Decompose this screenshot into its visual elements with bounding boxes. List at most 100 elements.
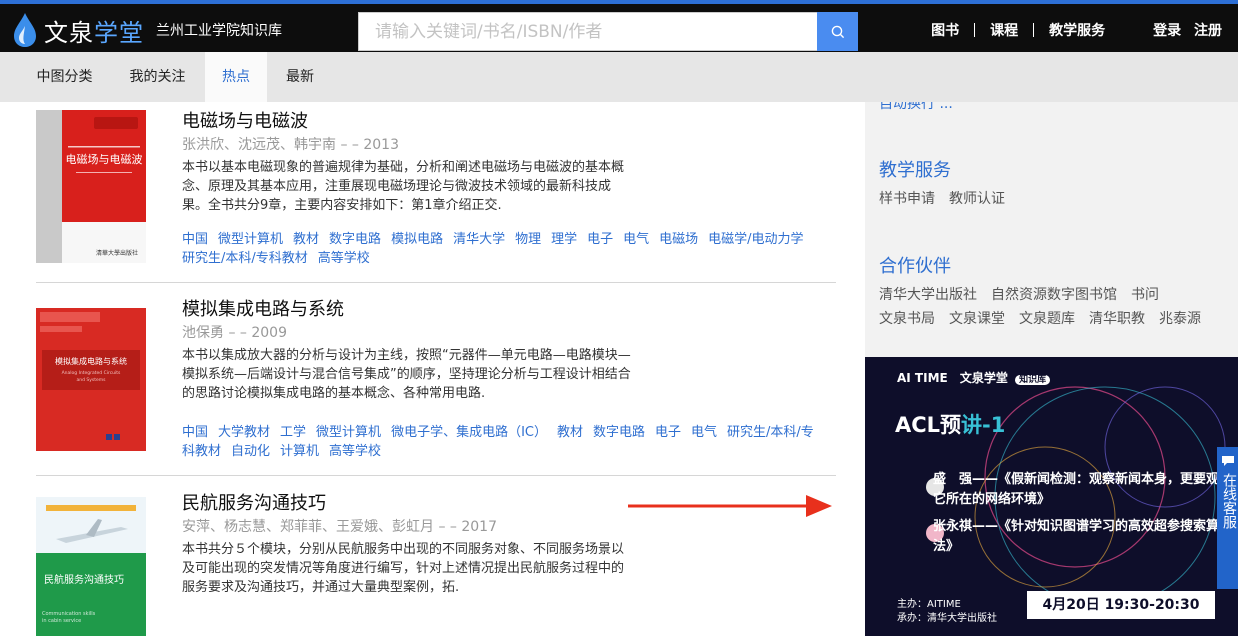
book-tag[interactable]: 中国 <box>182 232 208 247</box>
book-tag[interactable]: 工学 <box>280 425 306 440</box>
link-teacher-certification[interactable]: 教师认证 <box>949 191 1005 207</box>
book-cover[interactable]: 模拟集成电路与系统 Analog Integrated Circuits and… <box>36 308 146 451</box>
nav-courses[interactable]: 课程 <box>990 20 1018 40</box>
book-tag[interactable]: 电磁学/电动力学 <box>708 232 803 247</box>
partner-link[interactable]: 兆泰源 <box>1159 311 1201 327</box>
book-title[interactable]: 电磁场与电磁波 <box>182 110 836 134</box>
annotation-arrow-icon <box>628 495 832 517</box>
book-tag[interactable]: 微型计算机 <box>218 232 283 247</box>
top-header: 文泉学堂 兰州工业学院知识库 图书 课程 教学服务 登录 注册 <box>0 0 1238 52</box>
event-banner[interactable]: AI TIME 文泉学堂 知识库 ACL预讲-1 盛 强——《假新闻检测：观察新… <box>865 357 1238 636</box>
partner-link[interactable]: 文泉书局 <box>879 311 935 327</box>
brand-tag: 知识库 <box>1015 375 1051 385</box>
book-description: 本书共分５个模块，分别从民航服务中出现的不同服务对象、不同服务场景以及可能出现的… <box>182 542 625 595</box>
nav-teaching-services[interactable]: 教学服务 <box>1049 20 1105 40</box>
site-name: 兰州工业学院知识库 <box>156 23 282 39</box>
book-tag[interactable]: 教材 <box>557 425 583 440</box>
partner-link[interactable]: 书问 <box>1131 287 1159 303</box>
tab-my-follows[interactable]: 我的关注 <box>115 52 200 102</box>
book-tag[interactable]: 电子 <box>587 232 613 247</box>
register-link[interactable]: 注册 <box>1194 23 1222 39</box>
book-authors-year: 池保勇 – – 2009 <box>182 325 287 341</box>
banner-talk-2: 张永祺——《针对知识图谱学习的高效超参搜索算法》 <box>933 519 1220 554</box>
nav-separator <box>974 23 976 37</box>
sidebar-card-cut: 自动换行 ... <box>865 102 1238 122</box>
water-drop-logo-icon <box>14 13 36 47</box>
book-tag[interactable]: 高等学校 <box>329 444 381 459</box>
cover-title-text: 模拟集成电路与系统 <box>55 356 127 366</box>
logo-text: 文泉学堂 <box>44 18 144 47</box>
search-button[interactable] <box>817 12 858 51</box>
online-service-label: 在线客服 <box>1221 473 1237 529</box>
book-cover-art: 模拟集成电路与系统 Analog Integrated Circuits and… <box>36 308 146 451</box>
card-title[interactable]: 教学服务 <box>879 156 1238 182</box>
book-cover-art: 民航服务沟通技巧 Communication skills in cabin s… <box>36 497 146 636</box>
partner-link[interactable]: 文泉题库 <box>1019 311 1075 327</box>
brand-wenquan: 文泉学堂 <box>959 371 1008 385</box>
tab-hot[interactable]: 热点 <box>205 52 267 102</box>
svg-text:and Systems: and Systems <box>76 377 106 383</box>
card-title[interactable]: 合作伙伴 <box>879 252 1238 278</box>
book-tag[interactable]: 电子 <box>655 425 681 440</box>
banner-headline: ACL预讲-1 <box>895 413 1006 437</box>
book-tag[interactable]: 研究生/本科/专科教材 <box>182 251 308 266</box>
nav-separator <box>1033 23 1035 37</box>
banner-brands: AI TIME 文泉学堂 知识库 <box>897 369 1051 386</box>
book-title[interactable]: 模拟集成电路与系统 <box>182 298 836 322</box>
brand-aitime: AI TIME <box>897 371 948 385</box>
tab-latest[interactable]: 最新 <box>272 52 328 102</box>
book-tag[interactable]: 数字电路 <box>329 232 381 247</box>
partner-links-row: 文泉书局 文泉课堂 文泉题库 清华职教 兆泰源 <box>879 308 1238 328</box>
partner-link[interactable]: 清华职教 <box>1089 311 1145 327</box>
divider <box>36 475 836 476</box>
chat-icon <box>1221 456 1234 466</box>
svg-text:Analog Integrated Circuits: Analog Integrated Circuits <box>62 370 121 376</box>
book-tag[interactable]: 微型计算机 <box>316 425 381 440</box>
banner-hosts: 主办：AITIME 承办：清华大学出版社 <box>897 599 997 624</box>
partner-link[interactable]: 文泉课堂 <box>949 311 1005 327</box>
svg-text:in cabin service: in cabin service <box>42 618 81 624</box>
book-tag[interactable]: 大学教材 <box>218 425 270 440</box>
book-tag[interactable]: 电气 <box>623 232 649 247</box>
link-sample-request[interactable]: 样书申请 <box>879 191 935 207</box>
sidebar-cut-text[interactable]: 自动换行 ... <box>865 102 1238 113</box>
partner-link[interactable]: 自然资源数字图书馆 <box>991 287 1117 303</box>
book-description: 本书以集成放大器的分析与设计为主线，按照“元器件—单元电路—电路模块—模拟系统—… <box>182 348 631 401</box>
book-tag[interactable]: 清华大学 <box>453 232 505 247</box>
book-tag[interactable]: 数字电路 <box>593 425 645 440</box>
cover-title-text: 电磁场与电磁波 <box>66 152 143 166</box>
partner-link[interactable]: 清华大学出版社 <box>879 287 977 303</box>
book-tag[interactable]: 计算机 <box>280 444 319 459</box>
book-authors-year: 安萍、杨志慧、郑菲菲、王爱娥、彭虹月 – – 2017 <box>182 519 497 535</box>
search-icon <box>831 25 844 38</box>
book-cover-art: 电磁场与电磁波 清華大學出版社 <box>36 110 146 263</box>
book-tag[interactable]: 微电子学、集成电路（IC） <box>391 425 547 440</box>
logo[interactable]: 文泉学堂 兰州工业学院知识库 <box>12 8 282 52</box>
banner-talk-1: 盛 强——《假新闻检测：观察新闻本身，更要观察它所在的网络环境》 <box>933 472 1233 507</box>
book-tag[interactable]: 高等学校 <box>318 251 370 266</box>
book-tag[interactable]: 物理 <box>515 232 541 247</box>
book-tag[interactable]: 电磁场 <box>659 232 698 247</box>
card-links: 样书申请 教师认证 <box>879 188 1238 208</box>
book-cover[interactable]: 民航服务沟通技巧 Communication skills in cabin s… <box>36 497 146 636</box>
book-tag[interactable]: 自动化 <box>231 444 270 459</box>
book-description: 本书以基本电磁现象的普遍规律为基础，分析和阐述电磁场与电磁波的基本概念、原理及其… <box>182 160 625 213</box>
divider <box>36 282 836 283</box>
book-tag[interactable]: 教材 <box>293 232 319 247</box>
book-tag[interactable]: 中国 <box>182 425 208 440</box>
nav-books[interactable]: 图书 <box>931 20 959 40</box>
book-tag[interactable]: 电气 <box>691 425 717 440</box>
cover-title-text: 民航服务沟通技巧 <box>44 573 124 586</box>
book-authors-year: 张洪欣、沈远茂、韩宇南 – – 2013 <box>182 137 399 153</box>
login-link[interactable]: 登录 <box>1153 23 1181 39</box>
book-tag[interactable]: 模拟电路 <box>391 232 443 247</box>
book-tag[interactable]: 理学 <box>551 232 577 247</box>
category-tabs: 中图分类 我的关注 热点 最新 <box>0 52 1238 102</box>
book-tags: 中国 大学教材 工学 微型计算机 微电子学、集成电路（IC） 教材 数字电路 电子 电气 研究生/… <box>182 423 818 461</box>
book-info: 电磁场与电磁波 张洪欣、沈远茂、韩宇南 – – 2013 本书以基本电磁现象的普… <box>182 110 836 266</box>
search-input[interactable] <box>358 12 817 51</box>
sidebar-partners: 合作伙伴 清华大学出版社 自然资源数字图书馆 书问 文泉书局 文泉课堂 文泉题库 清华职教… <box>865 238 1238 338</box>
online-service-button[interactable]: 在线客服 <box>1217 447 1238 589</box>
tab-clc-category[interactable]: 中图分类 <box>22 52 107 102</box>
book-cover[interactable]: 电磁场与电磁波 清華大學出版社 <box>36 110 146 263</box>
